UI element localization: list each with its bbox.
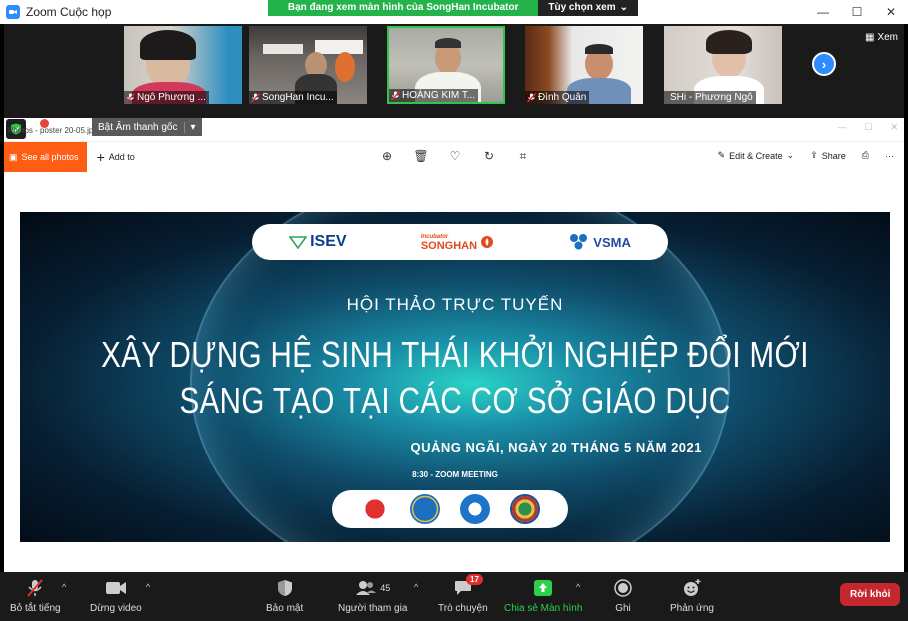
photos-window-controls: — ☐ ✕ <box>837 122 898 133</box>
share-options-caret[interactable]: ^ <box>576 582 580 592</box>
rotate-icon[interactable]: ↻ <box>482 149 496 163</box>
shield-icon <box>277 578 293 598</box>
share-button[interactable]: ⇪ Share <box>810 150 846 161</box>
poster-title-line-1: XÂY DỰNG HỆ SINH THÁI KHỞI NGHIỆP ĐỔI MỚ… <box>101 334 809 375</box>
zoom-in-icon[interactable]: ⊕ <box>380 149 394 163</box>
minimize-button[interactable]: — <box>806 0 840 24</box>
security-button[interactable]: Bảo mật <box>266 578 303 614</box>
meeting-controls-bar: Bỏ tắt tiếng ^ Dừng video ^ Bảo mật 45 N… <box>0 572 908 621</box>
mic-muted-icon <box>391 90 400 100</box>
unread-chat-badge: 17 <box>466 574 483 585</box>
mic-muted-icon <box>25 578 45 598</box>
participants-button[interactable]: 45 Người tham gia <box>338 578 407 614</box>
plus-icon: + <box>96 149 105 165</box>
photos-title-bar: Photos - poster 20-05.jpg Bật Âm thanh g… <box>4 118 904 142</box>
student-association-badge <box>460 494 490 524</box>
chevron-right-icon: › <box>821 56 827 72</box>
video-options-caret[interactable]: ^ <box>146 582 150 592</box>
share-icon: ⇪ <box>810 150 818 160</box>
grid-icon: ▦ <box>864 32 875 43</box>
record-button[interactable]: Ghi <box>614 578 632 614</box>
sponsor-logo-bar: ISEV Incubator SONGHAN VSMA <box>252 224 668 260</box>
edit-create-button[interactable]: ✎ Edit & Create ⌄ <box>718 150 795 161</box>
photos-toolbar: ▣ See all photos + Add to ⊕ 🗑 ♡ ↻ ⌗ ✎ Ed… <box>4 142 904 172</box>
mute-options-caret[interactable]: ^ <box>62 582 66 592</box>
video-camera-icon <box>105 578 127 598</box>
participant-name-label: SHi - Phương Ngô <box>664 91 756 104</box>
next-page-button[interactable]: › <box>812 52 836 76</box>
participant-name-label: Ngô Phương ... <box>124 91 209 104</box>
share-message: Bạn đang xem màn hình của SongHan Incuba… <box>268 0 539 16</box>
participant-tile[interactable]: Đình Quân <box>525 26 643 104</box>
participants-icon <box>356 581 377 595</box>
close-button[interactable]: ✕ <box>874 0 908 24</box>
maximize-button[interactable]: ☐ <box>840 0 874 24</box>
participant-count: 45 <box>380 583 391 593</box>
see-all-photos-button[interactable]: ▣ See all photos <box>4 142 87 172</box>
window-controls: — ☐ ✕ <box>806 0 908 24</box>
mic-muted-icon <box>126 92 135 102</box>
participants-options-caret[interactable]: ^ <box>414 582 418 592</box>
print-button[interactable]: ⎙ <box>862 150 869 161</box>
print-icon: ⎙ <box>861 150 869 160</box>
songhan-logo: Incubator SONGHAN <box>421 233 494 252</box>
chevron-down-icon: ⌄ <box>786 150 795 160</box>
toolbar-right: ✎ Edit & Create ⌄ ⇪ Share ⎙ ··· <box>718 150 894 161</box>
poster-image: ISEV Incubator SONGHAN VSMA HỘI THẢO TRỰ… <box>20 212 890 542</box>
delete-icon[interactable]: 🗑 <box>413 149 428 163</box>
edit-icon: ✎ <box>717 150 726 160</box>
participant-name-label: Đình Quân <box>525 91 590 104</box>
participant-tile-active-speaker[interactable]: HOÀNG KIM T... <box>387 26 505 104</box>
chevron-down-icon[interactable]: ▾ <box>183 121 196 133</box>
vsma-logo: VSMA <box>568 233 631 251</box>
mute-button[interactable]: Bỏ tắt tiếng <box>10 578 61 614</box>
file-name: Photos - poster 20-05.jpg <box>8 126 98 135</box>
more-options-button[interactable]: ··· <box>885 151 894 161</box>
school-badge <box>510 494 540 524</box>
view-button[interactable]: ▦ Xem <box>865 32 898 43</box>
more-icon: ··· <box>885 150 894 161</box>
record-icon <box>614 578 632 598</box>
participant-name-label: SongHan Incu... <box>249 91 337 104</box>
poster-zoom-time: 8:30 - ZOOM MEETING <box>412 470 498 479</box>
original-audio-button[interactable]: Bật Âm thanh gốc ▾ <box>92 118 202 136</box>
share-screen-icon <box>533 578 553 598</box>
poster-title-line-2: SÁNG TẠO TẠI CÁC CƠ SỞ GIÁO DỤC <box>179 380 731 421</box>
screen-share-banner: Bạn đang xem màn hình của SongHan Incuba… <box>268 0 638 16</box>
participant-name-label: HOÀNG KIM T... <box>389 89 479 102</box>
university-badge <box>410 494 440 524</box>
shared-screen-photos-app: Photos - poster 20-05.jpg Bật Âm thanh g… <box>4 118 904 572</box>
mic-muted-icon <box>527 92 536 102</box>
minimize-button[interactable]: — <box>837 122 846 133</box>
photos-icon: ▣ <box>9 151 18 162</box>
maximize-button[interactable]: ☐ <box>864 122 872 133</box>
crop-icon[interactable]: ⌗ <box>516 149 530 163</box>
favorite-heart-icon[interactable]: ♡ <box>448 149 462 163</box>
leave-meeting-button[interactable]: Rời khỏi <box>840 583 901 606</box>
reactions-button[interactable]: Phản ứng <box>670 578 714 614</box>
share-screen-button[interactable]: Chia sẻ Màn hình <box>504 578 582 614</box>
isev-logo: ISEV <box>289 233 347 251</box>
participant-tile[interactable]: Ngô Phương ... <box>124 26 242 104</box>
video-gallery: Ngô Phương ... SongHan Incu... HOÀNG KIM… <box>4 24 904 118</box>
youth-union-badge <box>360 494 390 524</box>
chevron-down-icon: ⌄ <box>619 2 628 13</box>
poster-date: QUẢNG NGÃI, NGÀY 20 THÁNG 5 NĂM 2021 <box>410 440 702 455</box>
poster-subtitle: HỘI THẢO TRỰC TUYẾN <box>346 295 564 314</box>
close-button[interactable]: ✕ <box>890 122 898 133</box>
participant-tile[interactable]: SHi - Phương Ngô <box>664 26 782 104</box>
view-options-button[interactable]: Tùy chọn xem ⌄ <box>538 0 638 16</box>
zoom-logo-icon <box>6 5 20 19</box>
view-options-label: Tùy chọn xem <box>548 2 616 13</box>
add-to-button[interactable]: + Add to <box>97 149 135 165</box>
mic-muted-icon <box>251 92 260 102</box>
participant-tile[interactable]: SongHan Incu... <box>249 26 367 104</box>
window-title: Zoom Cuộc họp <box>26 5 112 19</box>
smiley-icon <box>682 578 702 598</box>
toolbar-icons: ⊕ 🗑 ♡ ↻ ⌗ <box>380 149 530 164</box>
stop-video-button[interactable]: Dừng video <box>90 578 142 614</box>
organizer-badges <box>332 490 568 528</box>
